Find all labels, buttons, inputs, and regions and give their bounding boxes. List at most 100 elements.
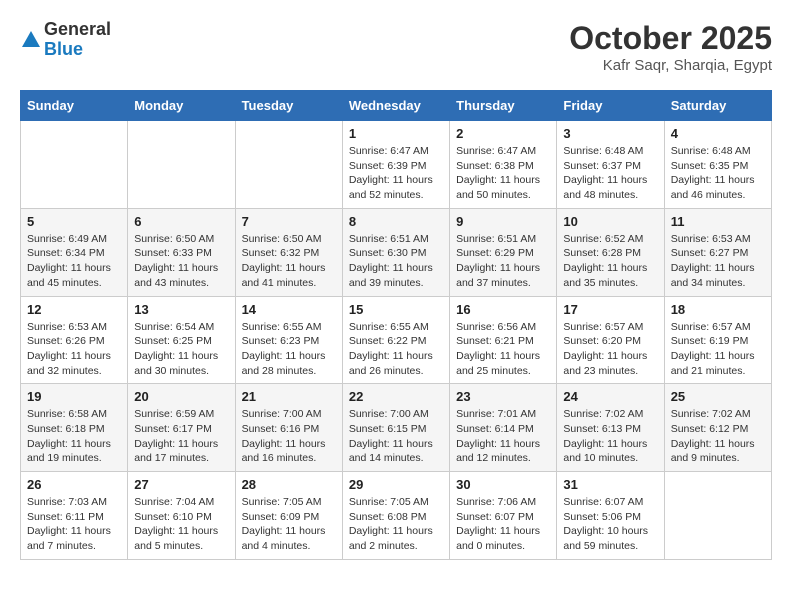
- calendar-cell: 20 Sunrise: 6:59 AMSunset: 6:17 PMDayligh…: [128, 384, 235, 472]
- day-number: 4: [671, 126, 765, 141]
- weekday-header-monday: Monday: [128, 91, 235, 121]
- calendar-cell: 24Sunrise: 7:02 AMSunset: 6:13 PMDayligh…: [557, 384, 664, 472]
- day-number: 22: [349, 389, 443, 404]
- calendar-week-row: 12 Sunrise: 6:53 AMSunset: 6:26 PMDayligh…: [21, 296, 772, 384]
- calendar-cell: 5Sunrise: 6:49 AMSunset: 6:34 PMDaylight…: [21, 208, 128, 296]
- calendar-table: SundayMondayTuesdayWednesdayThursdayFrid…: [20, 90, 772, 560]
- weekday-header-sunday: Sunday: [21, 91, 128, 121]
- cell-content: Sunrise: 7:05 AMSunset: 6:09 PMDaylight:…: [242, 495, 336, 554]
- cell-content: Sunrise: 7:06 AMSunset: 6:07 PMDaylight:…: [456, 495, 550, 554]
- day-number: 3: [563, 126, 657, 141]
- day-number: 13: [134, 302, 228, 317]
- cell-content: Sunrise: 6:47 AMSunset: 6:38 PMDaylight:…: [456, 144, 550, 203]
- day-number: 14: [242, 302, 336, 317]
- cell-content: Sunrise: 6:54 AMSunset: 6:25 PMDaylight:…: [134, 320, 228, 379]
- cell-content: Sunrise: 6:57 AMSunset: 6:20 PMDaylight:…: [563, 320, 657, 379]
- cell-content: Sunrise: 6:47 AMSunset: 6:39 PMDaylight:…: [349, 144, 443, 203]
- cell-content: Sunrise: 6:59 AMSunset: 6:17 PMDaylight:…: [134, 407, 228, 466]
- day-number: 19: [27, 389, 121, 404]
- calendar-cell: 17 Sunrise: 6:57 AMSunset: 6:20 PMDayligh…: [557, 296, 664, 384]
- month-title: October 2025: [569, 20, 772, 57]
- calendar-cell: 8Sunrise: 6:51 AMSunset: 6:30 PMDaylight…: [342, 208, 449, 296]
- location-subtitle: Kafr Saqr, Sharqia, Egypt: [569, 57, 772, 74]
- weekday-header-friday: Friday: [557, 91, 664, 121]
- cell-content: Sunrise: 6:53 AMSunset: 6:27 PMDaylight:…: [671, 232, 765, 291]
- day-number: 28: [242, 477, 336, 492]
- day-number: 9: [456, 214, 550, 229]
- cell-content: Sunrise: 6:55 AMSunset: 6:23 PMDaylight:…: [242, 320, 336, 379]
- calendar-cell: 28 Sunrise: 7:05 AMSunset: 6:09 PMDayligh…: [235, 472, 342, 560]
- cell-content: Sunrise: 6:53 AMSunset: 6:26 PMDaylight:…: [27, 320, 121, 379]
- weekday-header-saturday: Saturday: [664, 91, 771, 121]
- calendar-cell: 19 Sunrise: 6:58 AMSunset: 6:18 PMDayligh…: [21, 384, 128, 472]
- calendar-cell: 18 Sunrise: 6:57 AMSunset: 6:19 PMDayligh…: [664, 296, 771, 384]
- calendar-cell: [128, 121, 235, 209]
- calendar-cell: [21, 121, 128, 209]
- calendar-cell: 12 Sunrise: 6:53 AMSunset: 6:26 PMDayligh…: [21, 296, 128, 384]
- day-number: 17: [563, 302, 657, 317]
- calendar-cell: 11 Sunrise: 6:53 AMSunset: 6:27 PMDayligh…: [664, 208, 771, 296]
- cell-content: Sunrise: 7:01 AMSunset: 6:14 PMDaylight:…: [456, 407, 550, 466]
- cell-content: Sunrise: 6:07 AMSunset: 5:06 PMDaylight:…: [563, 495, 657, 554]
- weekday-header-thursday: Thursday: [450, 91, 557, 121]
- day-number: 26: [27, 477, 121, 492]
- logo-text: General Blue: [44, 20, 111, 60]
- cell-content: Sunrise: 6:58 AMSunset: 6:18 PMDaylight:…: [27, 407, 121, 466]
- calendar-cell: 7 Sunrise: 6:50 AMSunset: 6:32 PMDaylight…: [235, 208, 342, 296]
- calendar-cell: 1 Sunrise: 6:47 AMSunset: 6:39 PMDaylight…: [342, 121, 449, 209]
- cell-content: Sunrise: 6:51 AMSunset: 6:29 PMDaylight:…: [456, 232, 550, 291]
- cell-content: Sunrise: 6:48 AMSunset: 6:35 PMDaylight:…: [671, 144, 765, 203]
- day-number: 31: [563, 477, 657, 492]
- cell-content: Sunrise: 6:57 AMSunset: 6:19 PMDaylight:…: [671, 320, 765, 379]
- calendar-cell: 13 Sunrise: 6:54 AMSunset: 6:25 PMDayligh…: [128, 296, 235, 384]
- day-number: 11: [671, 214, 765, 229]
- calendar-cell: 30 Sunrise: 7:06 AMSunset: 6:07 PMDayligh…: [450, 472, 557, 560]
- page-header: General Blue October 2025 Kafr Saqr, Sha…: [20, 20, 772, 74]
- calendar-cell: 16Sunrise: 6:56 AMSunset: 6:21 PMDayligh…: [450, 296, 557, 384]
- day-number: 1: [349, 126, 443, 141]
- day-number: 21: [242, 389, 336, 404]
- calendar-cell: 14 Sunrise: 6:55 AMSunset: 6:23 PMDayligh…: [235, 296, 342, 384]
- calendar-cell: 22 Sunrise: 7:00 AMSunset: 6:15 PMDayligh…: [342, 384, 449, 472]
- calendar-week-row: 26 Sunrise: 7:03 AMSunset: 6:11 PMDayligh…: [21, 472, 772, 560]
- day-number: 2: [456, 126, 550, 141]
- calendar-cell: 6 Sunrise: 6:50 AMSunset: 6:33 PMDaylight…: [128, 208, 235, 296]
- day-number: 27: [134, 477, 228, 492]
- cell-content: Sunrise: 6:52 AMSunset: 6:28 PMDaylight:…: [563, 232, 657, 291]
- calendar-cell: [235, 121, 342, 209]
- calendar-cell: 2 Sunrise: 6:47 AMSunset: 6:38 PMDaylight…: [450, 121, 557, 209]
- cell-content: Sunrise: 7:05 AMSunset: 6:08 PMDaylight:…: [349, 495, 443, 554]
- cell-content: Sunrise: 7:00 AMSunset: 6:15 PMDaylight:…: [349, 407, 443, 466]
- day-number: 7: [242, 214, 336, 229]
- cell-content: Sunrise: 6:50 AMSunset: 6:33 PMDaylight:…: [134, 232, 228, 291]
- day-number: 8: [349, 214, 443, 229]
- day-number: 29: [349, 477, 443, 492]
- cell-content: Sunrise: 6:48 AMSunset: 6:37 PMDaylight:…: [563, 144, 657, 203]
- day-number: 18: [671, 302, 765, 317]
- day-number: 6: [134, 214, 228, 229]
- calendar-week-row: 5Sunrise: 6:49 AMSunset: 6:34 PMDaylight…: [21, 208, 772, 296]
- calendar-cell: 21 Sunrise: 7:00 AMSunset: 6:16 PMDayligh…: [235, 384, 342, 472]
- cell-content: Sunrise: 7:04 AMSunset: 6:10 PMDaylight:…: [134, 495, 228, 554]
- cell-content: Sunrise: 6:50 AMSunset: 6:32 PMDaylight:…: [242, 232, 336, 291]
- calendar-cell: 26 Sunrise: 7:03 AMSunset: 6:11 PMDayligh…: [21, 472, 128, 560]
- calendar-cell: 3 Sunrise: 6:48 AMSunset: 6:37 PMDaylight…: [557, 121, 664, 209]
- calendar-cell: 23 Sunrise: 7:01 AMSunset: 6:14 PMDayligh…: [450, 384, 557, 472]
- day-number: 12: [27, 302, 121, 317]
- calendar-week-row: 19 Sunrise: 6:58 AMSunset: 6:18 PMDayligh…: [21, 384, 772, 472]
- day-number: 24: [563, 389, 657, 404]
- calendar-cell: 10 Sunrise: 6:52 AMSunset: 6:28 PMDayligh…: [557, 208, 664, 296]
- calendar-cell: 29 Sunrise: 7:05 AMSunset: 6:08 PMDayligh…: [342, 472, 449, 560]
- calendar-cell: 15Sunrise: 6:55 AMSunset: 6:22 PMDayligh…: [342, 296, 449, 384]
- day-number: 30: [456, 477, 550, 492]
- calendar-header-row: SundayMondayTuesdayWednesdayThursdayFrid…: [21, 91, 772, 121]
- day-number: 10: [563, 214, 657, 229]
- day-number: 20: [134, 389, 228, 404]
- cell-content: Sunrise: 7:03 AMSunset: 6:11 PMDaylight:…: [27, 495, 121, 554]
- day-number: 5: [27, 214, 121, 229]
- day-number: 15: [349, 302, 443, 317]
- calendar-cell: 9 Sunrise: 6:51 AMSunset: 6:29 PMDaylight…: [450, 208, 557, 296]
- title-block: October 2025 Kafr Saqr, Sharqia, Egypt: [569, 20, 772, 74]
- day-number: 23: [456, 389, 550, 404]
- cell-content: Sunrise: 7:00 AMSunset: 6:16 PMDaylight:…: [242, 407, 336, 466]
